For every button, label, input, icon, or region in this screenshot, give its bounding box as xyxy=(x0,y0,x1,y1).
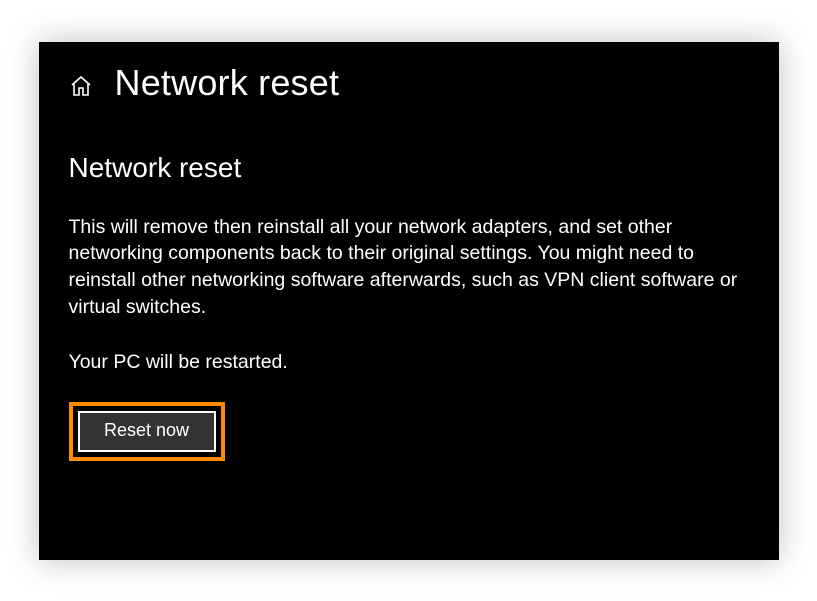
page-title: Network reset xyxy=(115,62,340,104)
settings-window: Network reset Network reset This will re… xyxy=(39,42,779,560)
section-title: Network reset xyxy=(69,152,749,184)
page-header: Network reset xyxy=(69,62,749,104)
restart-note: Your PC will be restarted. xyxy=(69,351,749,374)
home-icon[interactable] xyxy=(69,74,93,98)
annotation-highlight: Reset now xyxy=(69,402,225,461)
description-text: This will remove then reinstall all your… xyxy=(69,214,749,322)
reset-now-button[interactable]: Reset now xyxy=(78,411,216,452)
